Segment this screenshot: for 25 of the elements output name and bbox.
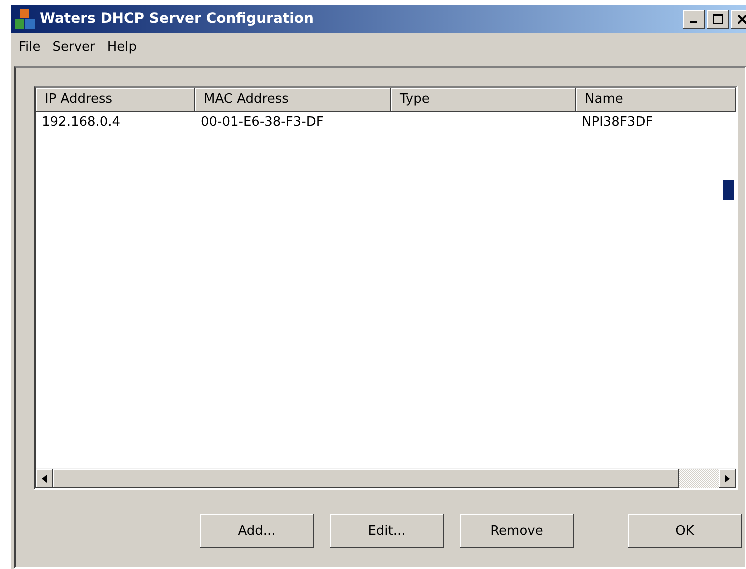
right-arrow-icon bbox=[725, 474, 730, 482]
menu-item[interactable]: Server bbox=[46, 40, 102, 54]
window-title: Waters DHCP Server Configuration bbox=[40, 11, 315, 27]
selection-marker bbox=[723, 180, 734, 200]
app-icon bbox=[14, 8, 36, 30]
scroll-right-button[interactable] bbox=[719, 469, 736, 488]
menu-item[interactable]: File bbox=[13, 40, 47, 54]
maximize-icon bbox=[713, 14, 723, 24]
scroll-left-button[interactable] bbox=[36, 469, 53, 488]
dialog-button[interactable]: OK bbox=[628, 514, 742, 548]
left-arrow-icon bbox=[42, 474, 47, 482]
column-header[interactable]: Type bbox=[391, 88, 576, 112]
column-header[interactable]: IP Address bbox=[36, 88, 195, 112]
dialog-button[interactable]: Add... bbox=[200, 514, 314, 548]
column-header[interactable]: MAC Address bbox=[195, 88, 391, 112]
dialog-button[interactable]: Edit... bbox=[330, 514, 444, 548]
maximize-button[interactable] bbox=[707, 10, 729, 28]
table-cell-text: 00-01-E6-38-F3-DF bbox=[200, 114, 325, 130]
table-cell-text: 192.168.0.4 bbox=[41, 114, 122, 130]
close-icon bbox=[738, 14, 746, 24]
menu-item[interactable]: Help bbox=[101, 40, 144, 54]
minimize-button[interactable] bbox=[683, 10, 705, 28]
column-header[interactable]: Name bbox=[576, 88, 736, 112]
table-cell-text: NPI38F3DF bbox=[581, 114, 654, 130]
dialog-button[interactable]: Remove bbox=[460, 514, 574, 548]
